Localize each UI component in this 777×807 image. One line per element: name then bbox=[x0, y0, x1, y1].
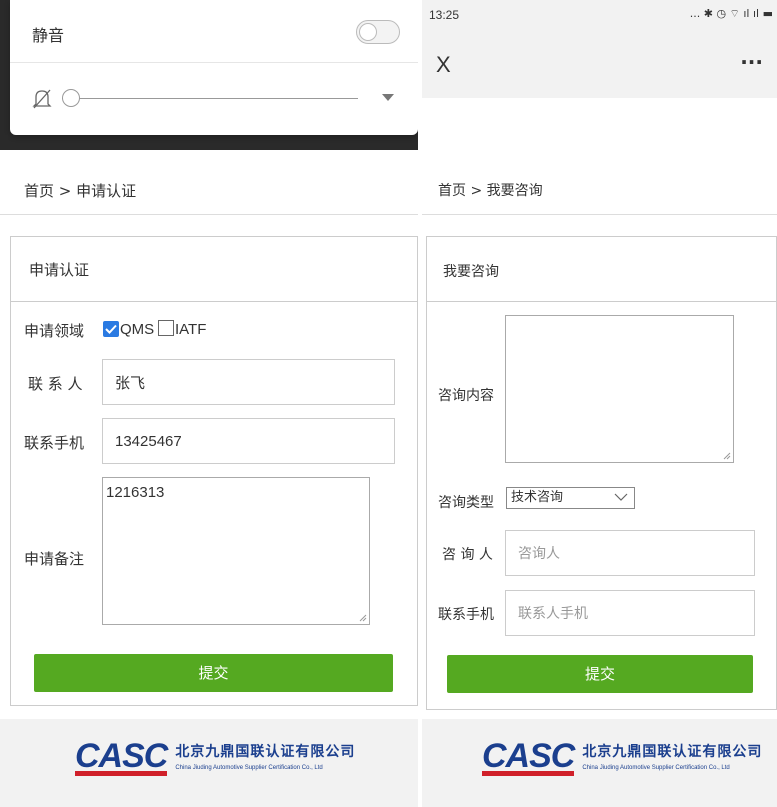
submit-button[interactable]: 提交 bbox=[447, 655, 753, 693]
more-icon[interactable]: ··· bbox=[740, 50, 763, 74]
apply-certification-screen: 静音 首页 > 申请认证 申请认证 申请领域 QMS IATF 联 系 人 张飞… bbox=[0, 0, 418, 807]
chevron-down-icon bbox=[614, 493, 628, 501]
mute-toggle[interactable] bbox=[356, 20, 400, 44]
remark-textarea[interactable]: 1216313 bbox=[102, 477, 370, 625]
company-name-cn: 北京九鼎国联认证有限公司 bbox=[175, 744, 356, 760]
type-label: 咨询类型 bbox=[438, 495, 494, 511]
contact-input[interactable]: 张飞 bbox=[102, 359, 395, 405]
qms-checkbox[interactable] bbox=[103, 321, 119, 337]
phone-input[interactable]: 联系人手机 bbox=[505, 590, 755, 636]
form-box: 我要咨询 bbox=[426, 236, 777, 710]
top-bar: 13:25 ... ✱ ◷ ⌔ ıl ıl ▬ X ··· bbox=[422, 0, 777, 98]
company-name-cn: 北京九鼎国联认证有限公司 bbox=[582, 744, 763, 760]
footer: CASC 北京九鼎国联认证有限公司 China Jiuding Automoti… bbox=[422, 719, 777, 807]
logo-text: CASC bbox=[75, 737, 168, 775]
volume-slider-track[interactable] bbox=[62, 98, 358, 99]
bell-muted-icon bbox=[32, 89, 52, 109]
iatf-checkbox[interactable] bbox=[158, 320, 174, 336]
iatf-label: IATF bbox=[175, 321, 207, 338]
company-logo: CASC 北京九鼎国联认证有限公司 China Jiuding Automoti… bbox=[482, 737, 763, 776]
qms-label: QMS bbox=[120, 321, 155, 338]
logo-text: CASC bbox=[482, 737, 575, 775]
contact-label: 联 系 人 bbox=[28, 375, 83, 393]
volume-notification-card: 静音 bbox=[10, 0, 418, 135]
phone-label: 联系手机 bbox=[24, 434, 85, 452]
company-name-en: China Jiuding Automotive Supplier Certif… bbox=[582, 765, 730, 771]
content-label: 咨询内容 bbox=[438, 388, 494, 404]
form-box: 申请认证 bbox=[10, 236, 418, 706]
domain-label: 申请领域 bbox=[24, 322, 85, 340]
box-title: 我要咨询 bbox=[443, 264, 499, 280]
mute-title: 静音 bbox=[32, 26, 65, 45]
type-select[interactable]: 技术咨询 bbox=[506, 487, 635, 509]
breadcrumb: 首页 > 申请认证 bbox=[24, 182, 137, 200]
submit-button[interactable]: 提交 bbox=[34, 654, 393, 692]
expand-chevron-icon[interactable] bbox=[382, 94, 394, 101]
content-textarea[interactable] bbox=[505, 315, 734, 463]
close-icon[interactable]: X bbox=[436, 52, 451, 78]
volume-slider-thumb[interactable] bbox=[62, 89, 80, 107]
person-input[interactable]: 咨询人 bbox=[505, 530, 755, 576]
remark-label: 申请备注 bbox=[24, 550, 85, 568]
consultation-screen: 13:25 ... ✱ ◷ ⌔ ıl ıl ▬ X ··· 首页 > 我要咨询 … bbox=[418, 0, 777, 807]
status-icons: ... ✱ ◷ ⌔ ıl ıl ▬ bbox=[689, 7, 773, 20]
person-label: 咨 询 人 bbox=[442, 547, 493, 563]
phone-label: 联系手机 bbox=[438, 607, 494, 623]
company-name-en: China Jiuding Automotive Supplier Certif… bbox=[175, 765, 323, 771]
status-time: 13:25 bbox=[429, 8, 460, 22]
company-logo: CASC 北京九鼎国联认证有限公司 China Jiuding Automoti… bbox=[75, 737, 356, 776]
footer: CASC 北京九鼎国联认证有限公司 China Jiuding Automoti… bbox=[0, 719, 418, 807]
box-title: 申请认证 bbox=[29, 261, 90, 279]
breadcrumb: 首页 > 我要咨询 bbox=[438, 183, 543, 199]
phone-input[interactable]: 13425467 bbox=[102, 418, 395, 464]
